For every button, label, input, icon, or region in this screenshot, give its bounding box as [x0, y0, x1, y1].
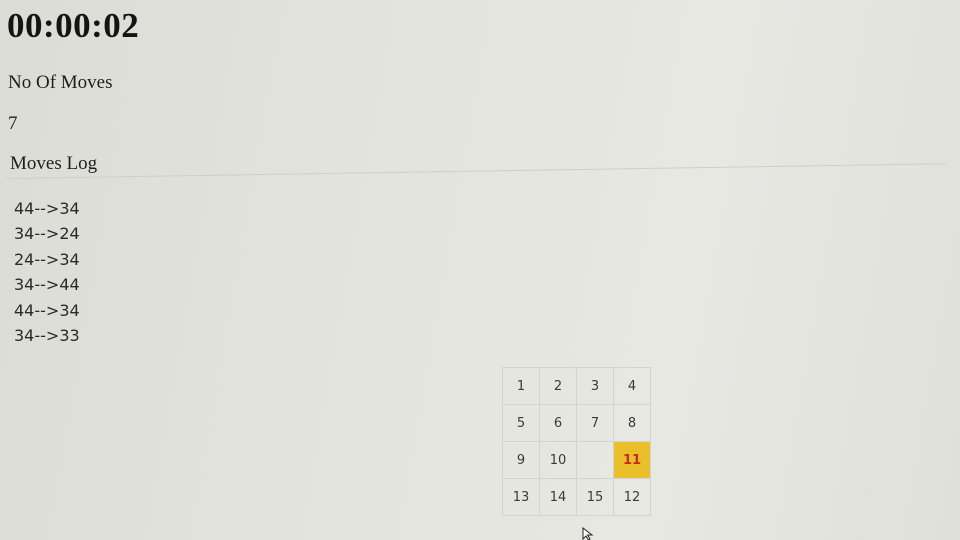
moves-log-entry: 44-->34 — [14, 300, 80, 320]
puzzle-tile[interactable]: 3 — [577, 368, 614, 405]
moves-log-entry: 34-->24 — [14, 224, 80, 244]
puzzle-tile[interactable]: 13 — [503, 479, 540, 516]
puzzle-tile[interactable]: 7 — [577, 405, 614, 442]
puzzle-tile[interactable]: 8 — [614, 405, 651, 442]
moves-log-entry: 34-->33 — [14, 325, 80, 345]
moves-log-entry: 34-->44 — [14, 275, 80, 295]
puzzle-tile-highlighted[interactable]: 11 — [614, 442, 651, 479]
puzzle-tile[interactable]: 9 — [503, 442, 540, 479]
puzzle-tile[interactable]: 1 — [503, 368, 540, 405]
mouse-cursor-icon — [582, 527, 594, 540]
puzzle-tile[interactable]: 12 — [614, 479, 651, 516]
puzzle-board: 1 2 3 4 5 6 7 8 9 10 11 13 14 15 12 — [502, 367, 651, 516]
puzzle-tile[interactable]: 5 — [503, 405, 540, 442]
moves-count: 7 — [8, 113, 18, 134]
moves-label: No Of Moves — [8, 72, 113, 93]
moves-log-entry: 44-->34 — [14, 199, 80, 218]
moves-log-divider — [5, 163, 946, 179]
puzzle-tile[interactable]: 2 — [540, 368, 577, 405]
puzzle-tile[interactable]: 15 — [577, 479, 614, 516]
game-timer: 00:00:02 — [7, 6, 140, 45]
moves-log-list: 44-->34 34-->24 24-->34 34-->44 44-->34 … — [14, 196, 80, 348]
moves-log-title: Moves Log — [10, 153, 98, 174]
moves-log-entry: 24-->34 — [14, 249, 80, 269]
empty-slot[interactable] — [577, 442, 614, 479]
puzzle-tile[interactable]: 10 — [540, 442, 577, 479]
puzzle-tile[interactable]: 4 — [614, 368, 651, 405]
puzzle-tile[interactable]: 6 — [540, 405, 577, 442]
puzzle-tile[interactable]: 14 — [540, 479, 577, 516]
